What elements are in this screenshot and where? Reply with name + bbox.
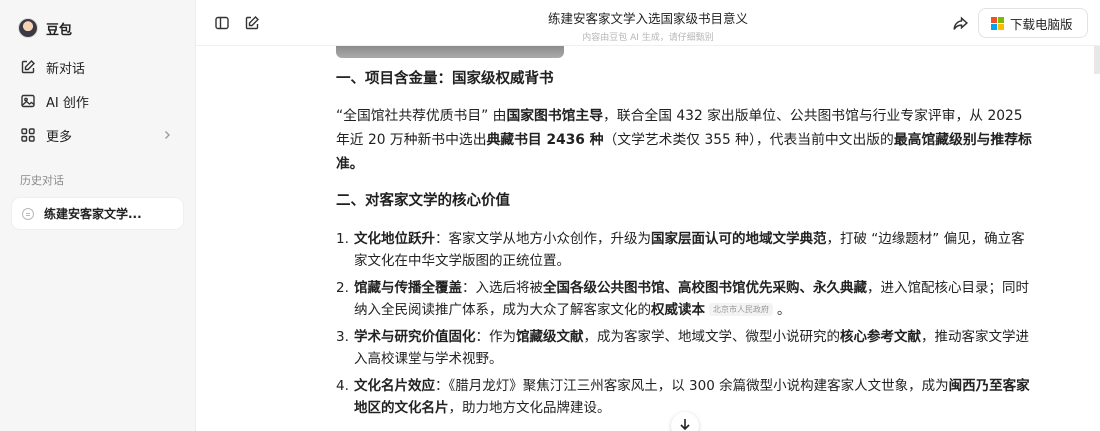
sidebar-item-ai-create[interactable]: AI 创作 <box>12 84 183 118</box>
list-item: 1. 文化地位跃升：客家文学从地方小众创作，升级为国家层面认可的地域文学典范，打破… <box>336 231 1025 269</box>
arrow-down-icon <box>680 419 690 431</box>
scrollbar-thumb[interactable] <box>1094 46 1100 74</box>
main-panel: 练建安客家文学入选国家级书目意义 内容由豆包 AI 生成，请仔细甄别 下载电脑版… <box>196 0 1100 431</box>
grid-icon <box>21 128 35 142</box>
sidebar-item-new-chat[interactable]: 新对话 <box>12 50 183 84</box>
message-content: 一、项目含金量：国家级权威背书 “全国馆社共荐优质书目” 由国家图书馆主导，联合… <box>336 46 1036 424</box>
source-citation-tag[interactable]: 北京市人民政府 <box>709 303 773 316</box>
history-section-label: 历史对话 <box>20 174 64 187</box>
history-item-label: 练建安客家文学... <box>44 207 142 221</box>
list-item: 3. 学术与研究价值固化：作为馆藏级文献，成为客家学、地域文学、微型小说研究的核心… <box>336 329 1029 367</box>
list-item: 2. 馆藏与传播全覆盖：入选后将被全国各级公共图书馆、高校图书馆优先采购、永久典藏… <box>336 280 1029 318</box>
sidebar-item-more[interactable]: 更多 <box>12 118 183 152</box>
section-heading: 一、项目含金量：国家级权威背书 <box>336 71 554 87</box>
chat-bubble-icon <box>22 207 34 220</box>
history-item[interactable]: 练建安客家文学... <box>12 198 183 229</box>
value-list: 1. 文化地位跃升：客家文学从地方小众创作，升级为国家层面认可的地域文学典范，打破… <box>336 228 1036 419</box>
image-icon <box>21 94 35 108</box>
app-window: 豆包 新对话 AI 创作 更多 历史对话 练建安客家文学... 练建安客家文学入… <box>0 0 1100 431</box>
sidebar-item-label: 新对话 <box>46 61 86 77</box>
sidebar-item-label: AI 创作 <box>46 95 89 111</box>
paragraph: “全国馆社共荐优质书目” 由国家图书馆主导，联合全国 432 家出版单位、公共图… <box>336 108 1032 172</box>
chevron-right-icon <box>165 131 170 139</box>
sidebar-item-label: 更多 <box>46 129 73 145</box>
download-desktop-button[interactable]: 下载电脑版 <box>978 8 1088 38</box>
edit-icon <box>21 60 35 74</box>
section-heading: 二、对客家文学的核心价值 <box>336 193 510 209</box>
brand[interactable]: 豆包 <box>12 14 183 42</box>
sidebar: 豆包 新对话 AI 创作 更多 历史对话 练建安客家文学... <box>0 0 196 431</box>
top-bar: 练建安客家文学入选国家级书目意义 内容由豆包 AI 生成，请仔细甄别 下载电脑版 <box>196 0 1100 46</box>
windows-icon <box>991 16 1004 30</box>
brand-name: 豆包 <box>46 22 73 38</box>
download-label: 下载电脑版 <box>1010 16 1073 32</box>
avatar <box>18 18 38 38</box>
share-icon[interactable] <box>952 15 969 32</box>
image-preview[interactable] <box>336 46 564 58</box>
